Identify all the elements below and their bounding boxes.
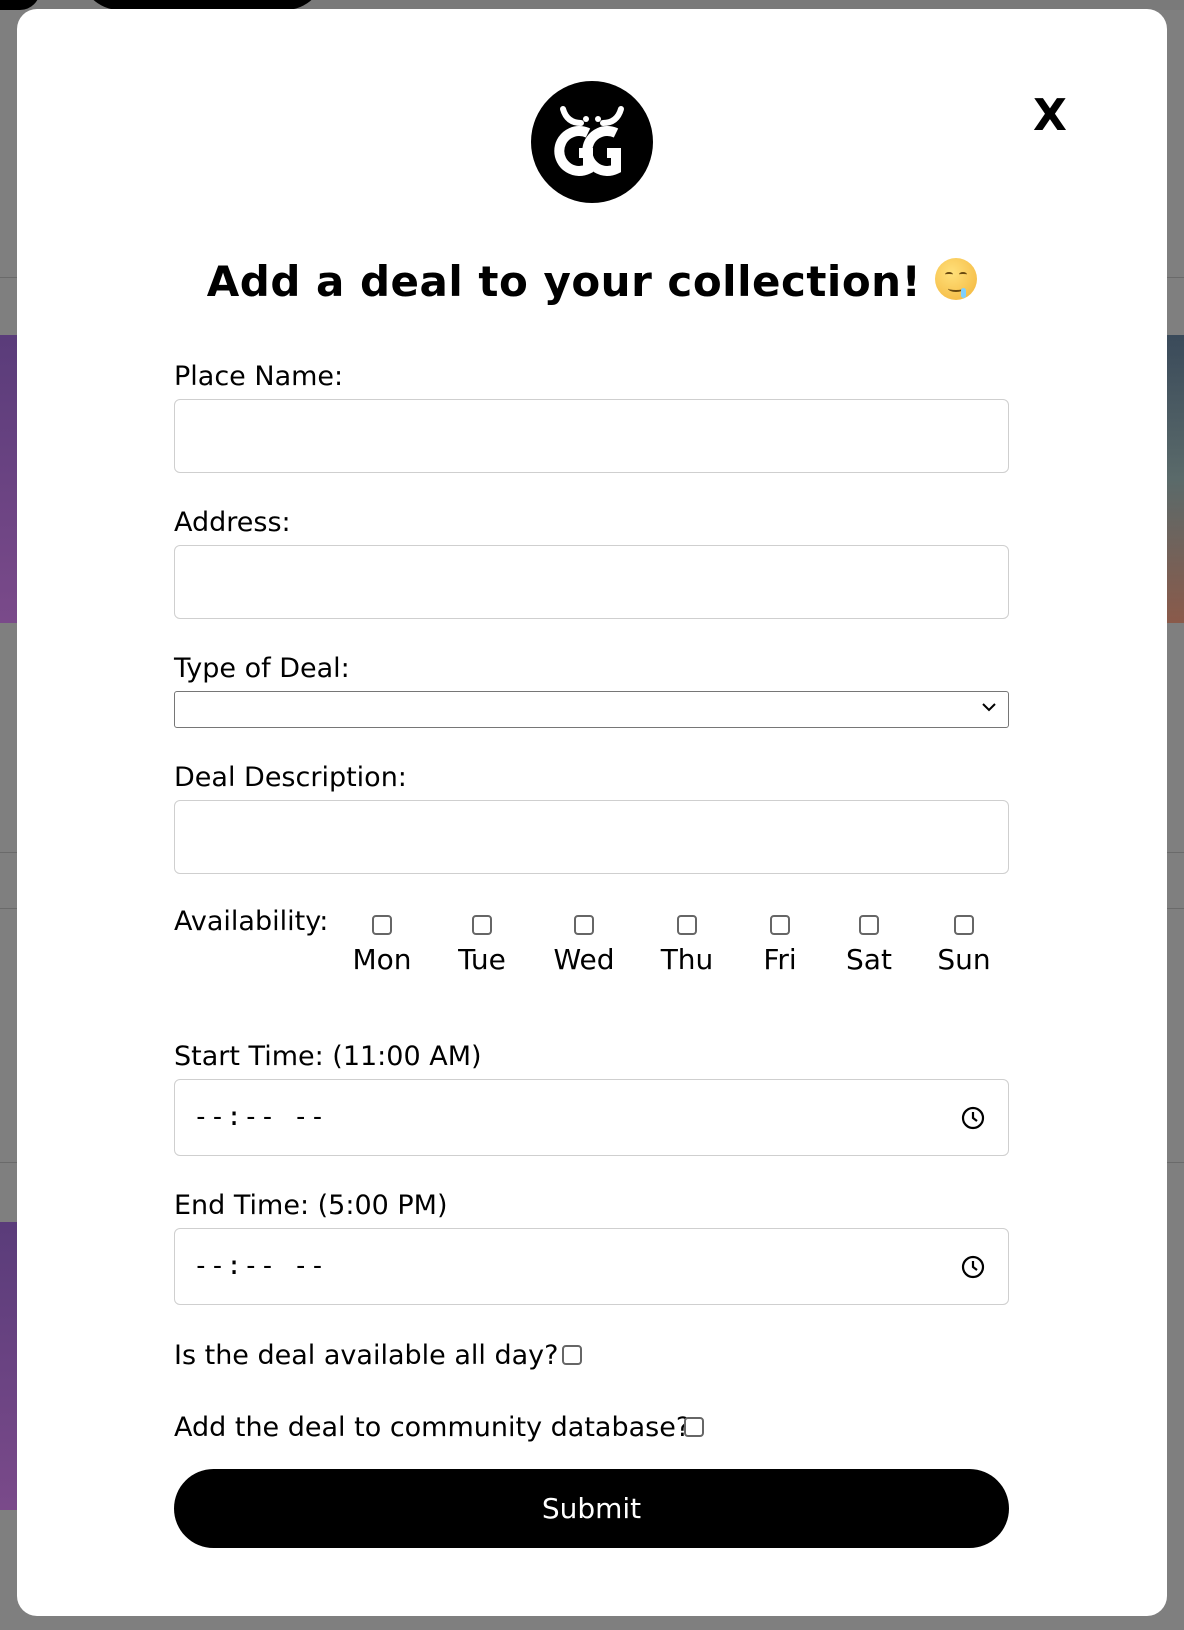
- modal-title-text: Add a deal to your collection!: [206, 257, 922, 306]
- day-tue-label: Tue: [458, 943, 506, 976]
- all-day-label: Is the deal available all day?: [174, 1340, 559, 1371]
- background-image: [0, 335, 18, 623]
- address-label: Address:: [174, 507, 291, 538]
- modal-title: Add a deal to your collection!: [17, 257, 1167, 306]
- place-name-input[interactable]: [174, 399, 1009, 473]
- day-thu: Thu: [652, 915, 722, 976]
- day-sun-label: Sun: [937, 943, 991, 976]
- deal-type-select[interactable]: [174, 691, 1009, 728]
- day-sat: Sat: [834, 915, 904, 976]
- end-time-input[interactable]: --:-- --: [174, 1228, 1009, 1305]
- day-fri-checkbox[interactable]: [770, 915, 790, 935]
- start-time-value: --:-- --: [193, 1102, 327, 1132]
- day-sun: Sun: [929, 915, 999, 976]
- end-time-label: End Time: (5:00 PM): [174, 1190, 448, 1221]
- end-time-value: --:-- --: [193, 1251, 327, 1281]
- close-button[interactable]: X: [1025, 91, 1075, 141]
- clock-icon[interactable]: [960, 1254, 986, 1280]
- address-input[interactable]: [174, 545, 1009, 619]
- all-day-checkbox[interactable]: [562, 1345, 582, 1365]
- day-mon: Mon: [347, 915, 417, 976]
- submit-button[interactable]: Submit: [174, 1469, 1009, 1548]
- day-fri: Fri: [745, 915, 815, 976]
- deal-description-input[interactable]: [174, 800, 1009, 874]
- gg-bull-logo-icon: [531, 81, 653, 203]
- day-thu-checkbox[interactable]: [677, 915, 697, 935]
- day-mon-label: Mon: [352, 943, 412, 976]
- day-wed: Wed: [549, 915, 619, 976]
- availability-label: Availability:: [174, 906, 329, 937]
- drooling-face-emoji-icon: [935, 258, 978, 300]
- deal-description-label: Deal Description:: [174, 762, 407, 793]
- day-wed-checkbox[interactable]: [574, 915, 594, 935]
- day-tue: Tue: [447, 915, 517, 976]
- day-thu-label: Thu: [660, 943, 714, 976]
- background-image: [0, 1222, 18, 1510]
- background-image: [1166, 335, 1184, 623]
- day-tue-checkbox[interactable]: [472, 915, 492, 935]
- day-fri-label: Fri: [763, 943, 797, 976]
- community-checkbox[interactable]: [684, 1417, 704, 1437]
- day-sat-checkbox[interactable]: [859, 915, 879, 935]
- deal-type-label: Type of Deal:: [174, 653, 350, 684]
- day-mon-checkbox[interactable]: [372, 915, 392, 935]
- place-name-label: Place Name:: [174, 361, 344, 392]
- clock-icon[interactable]: [960, 1105, 986, 1131]
- day-wed-label: Wed: [553, 943, 615, 976]
- chevron-down-icon: [982, 703, 996, 712]
- start-time-input[interactable]: --:-- --: [174, 1079, 1009, 1156]
- day-sat-label: Sat: [846, 943, 892, 976]
- day-sun-checkbox[interactable]: [954, 915, 974, 935]
- start-time-label: Start Time: (11:00 AM): [174, 1041, 482, 1072]
- community-label: Add the deal to community database?: [174, 1412, 691, 1443]
- add-deal-modal: X Add a deal to your collection! Place N…: [17, 9, 1167, 1616]
